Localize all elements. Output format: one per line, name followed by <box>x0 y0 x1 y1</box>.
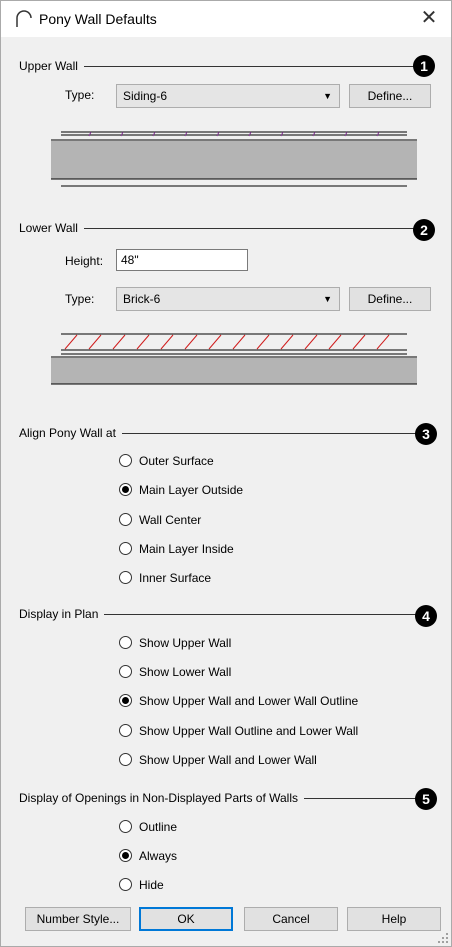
align-option-main-layer-inside[interactable]: Main Layer Inside <box>119 540 319 558</box>
radio-label: Show Upper Wall and Lower Wall Outline <box>139 694 359 708</box>
arch-icon <box>16 10 32 27</box>
upper-type-value: Siding-6 <box>123 89 168 103</box>
callout-badge-1: 1 <box>413 55 435 77</box>
radio-button[interactable] <box>119 542 132 555</box>
dialog-window: Pony Wall Defaults ✕ Upper Wall 1 Type: … <box>0 0 452 947</box>
callout-badge-5: 5 <box>415 788 437 810</box>
radio-button[interactable] <box>119 665 132 678</box>
chevron-down-icon: ▼ <box>323 294 332 304</box>
radio-label: Outline <box>139 820 178 834</box>
lower-wall-title: Lower Wall <box>19 221 84 235</box>
display-option-lower-wall[interactable]: Show Lower Wall <box>119 663 419 681</box>
radio-button[interactable] <box>119 878 132 891</box>
radio-button[interactable] <box>119 753 132 766</box>
upper-type-label: Type: <box>65 88 95 102</box>
radio-label: Show Upper Wall Outline and Lower Wall <box>139 724 359 738</box>
number-style-button[interactable]: Number Style... <box>25 907 131 931</box>
display-option-upper-wall[interactable]: Show Upper Wall <box>119 634 419 652</box>
close-button[interactable]: ✕ <box>407 1 451 37</box>
align-title: Align Pony Wall at <box>19 426 122 440</box>
callout-badge-4: 4 <box>415 605 437 627</box>
lower-type-label: Type: <box>65 292 95 306</box>
openings-option-outline[interactable]: Outline <box>119 818 319 836</box>
radio-label: Main Layer Inside <box>139 542 234 556</box>
upper-wall-preview <box>51 131 417 187</box>
radio-label: Always <box>139 849 178 863</box>
radio-button[interactable] <box>119 724 132 737</box>
openings-title: Display of Openings in Non-Displayed Par… <box>19 791 305 805</box>
chevron-down-icon: ▼ <box>323 91 332 101</box>
radio-label: Main Layer Outside <box>139 483 244 497</box>
radio-label: Show Lower Wall <box>139 665 232 679</box>
help-button[interactable]: Help <box>347 907 441 931</box>
callout-badge-2: 2 <box>413 219 435 241</box>
radio-label: Show Upper Wall <box>139 636 232 650</box>
openings-option-always[interactable]: Always <box>119 847 319 865</box>
display-option-upper-outline-and-lower[interactable]: Show Upper Wall Outline and Lower Wall <box>119 722 419 740</box>
title-bar[interactable]: Pony Wall Defaults ✕ <box>1 1 451 37</box>
radio-button[interactable] <box>119 820 132 833</box>
radio-button[interactable] <box>119 454 132 467</box>
radio-button[interactable] <box>119 513 132 526</box>
radio-label: Outer Surface <box>139 454 214 468</box>
lower-type-select[interactable]: Brick-6 ▼ <box>116 287 340 311</box>
lower-height-input[interactable]: 48" <box>116 249 248 271</box>
radio-button[interactable] <box>119 571 132 584</box>
resize-grip-icon[interactable] <box>437 932 449 944</box>
radio-label: Show Upper Wall and Lower Wall <box>139 753 317 767</box>
openings-option-hide[interactable]: Hide <box>119 876 319 894</box>
window-title: Pony Wall Defaults <box>39 11 157 27</box>
upper-wall-title: Upper Wall <box>19 59 84 73</box>
display-option-upper-and-lower[interactable]: Show Upper Wall and Lower Wall <box>119 751 419 769</box>
radio-button[interactable] <box>119 483 132 496</box>
lower-type-value: Brick-6 <box>123 292 161 306</box>
align-option-outer-surface[interactable]: Outer Surface <box>119 452 319 470</box>
lower-define-button[interactable]: Define... <box>349 287 431 311</box>
align-option-inner-surface[interactable]: Inner Surface <box>119 569 319 587</box>
lower-height-label: Height: <box>65 254 104 268</box>
radio-label: Wall Center <box>139 513 202 527</box>
display-title: Display in Plan <box>19 607 105 621</box>
radio-button[interactable] <box>119 849 132 862</box>
radio-label: Hide <box>139 878 164 892</box>
align-option-wall-center[interactable]: Wall Center <box>119 511 319 529</box>
radio-button[interactable] <box>119 694 132 707</box>
radio-label: Inner Surface <box>139 571 212 585</box>
display-option-upper-and-lower-outline[interactable]: Show Upper Wall and Lower Wall Outline <box>119 692 419 710</box>
radio-button[interactable] <box>119 636 132 649</box>
cancel-button[interactable]: Cancel <box>244 907 338 931</box>
callout-badge-3: 3 <box>415 423 437 445</box>
lower-wall-preview <box>51 333 417 385</box>
upper-type-select[interactable]: Siding-6 ▼ <box>116 84 340 108</box>
upper-define-button[interactable]: Define... <box>349 84 431 108</box>
ok-button[interactable]: OK <box>139 907 233 931</box>
brick-hatch <box>64 334 390 350</box>
align-option-main-layer-outside[interactable]: Main Layer Outside <box>119 481 319 499</box>
